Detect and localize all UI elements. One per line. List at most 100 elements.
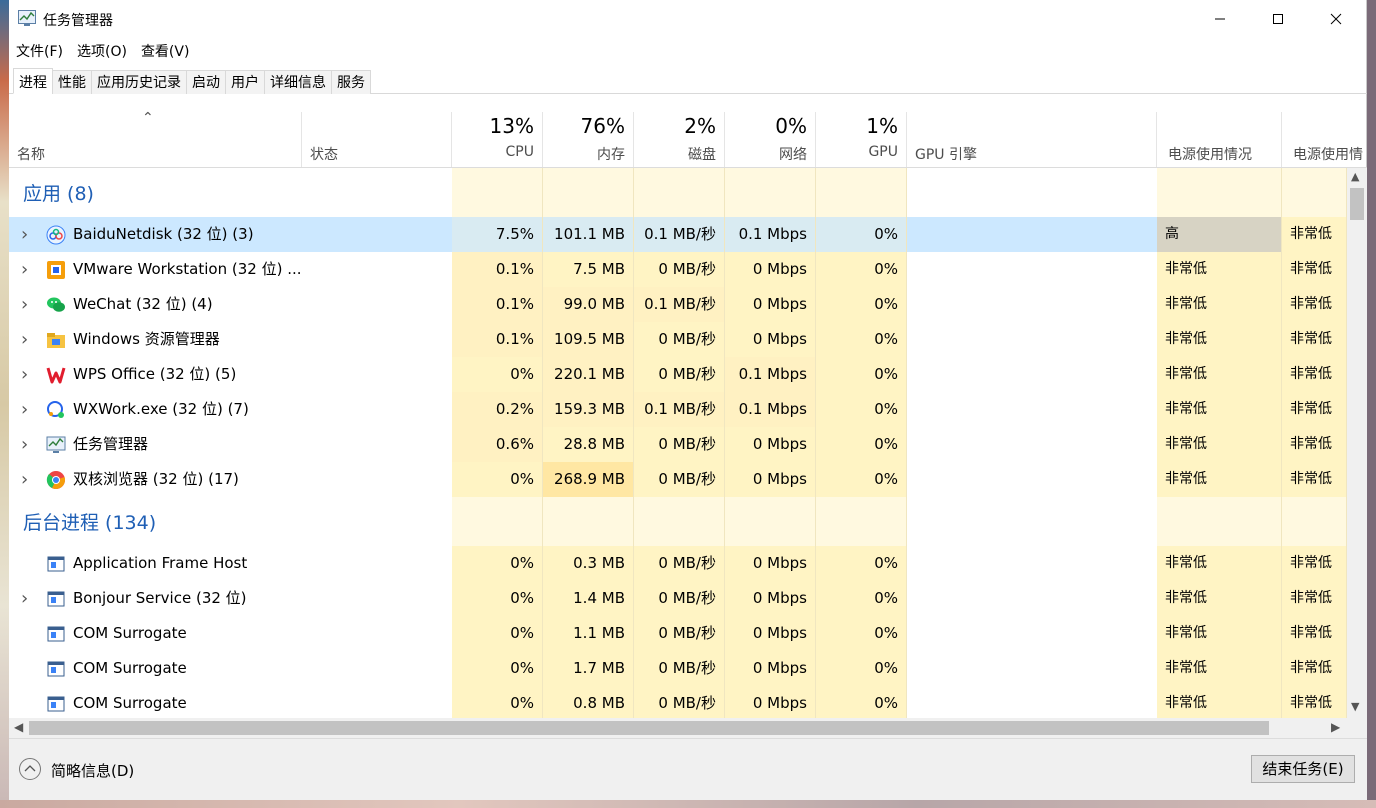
- vertical-scrollbar[interactable]: ▲ ▼: [1347, 168, 1367, 718]
- cell-cpu: 0%: [452, 651, 543, 686]
- process-row[interactable]: › 双核浏览器 (32 位) (17) 0% 268.9 MB 0 MB/秒 0 Mbps…: [9, 462, 1347, 497]
- cell-net: 0 Mbps: [725, 616, 816, 651]
- process-row[interactable]: COM Surrogate 0% 0.8 MB 0 MB/秒 0 Mbps 0% 非常低 非常…: [9, 686, 1347, 718]
- cell-cpu: 0%: [452, 546, 543, 581]
- cell-eng: [907, 581, 1157, 616]
- cell-disk: 0 MB/秒: [634, 616, 725, 651]
- cell-gpu: 0%: [816, 546, 907, 581]
- column-header-gpu-engine[interactable]: GPU 引擎: [907, 112, 1157, 167]
- column-label-name: 名称: [17, 147, 45, 163]
- cell-cpu: 0%: [452, 462, 543, 497]
- process-row[interactable]: COM Surrogate 0% 1.1 MB 0 MB/秒 0 Mbps 0% 非常低 非常…: [9, 616, 1347, 651]
- expand-chevron-icon[interactable]: ›: [21, 322, 33, 357]
- column-header-disk[interactable]: 2% 磁盘: [634, 112, 725, 167]
- cell-mem: 1.4 MB: [543, 581, 634, 616]
- process-row[interactable]: COM Surrogate 0% 1.7 MB 0 MB/秒 0 Mbps 0% 非常低 非常…: [9, 651, 1347, 686]
- column-header-row: ⌃ 名称 状态 13% CPU 76% 内存 2% 磁盘 0% 网络 1% GP…: [9, 110, 1367, 168]
- window-process-icon: [46, 589, 66, 609]
- expand-chevron-icon[interactable]: ›: [21, 252, 33, 287]
- tab-startup[interactable]: 启动: [186, 70, 226, 94]
- cell-eng: [907, 462, 1157, 497]
- process-name: BaiduNetdisk (32 位) (3): [73, 225, 254, 243]
- column-header-status[interactable]: 状态: [302, 112, 452, 167]
- column-header-power[interactable]: 电源使用情况: [1157, 112, 1282, 167]
- cell-mem: 0.8 MB: [543, 686, 634, 718]
- tab-processes[interactable]: 进程: [13, 68, 53, 94]
- cell-cpu: 0%: [452, 357, 543, 392]
- title-bar[interactable]: 任务管理器: [9, 0, 1367, 38]
- cell-eng: [907, 686, 1157, 718]
- cell-cpu: 0.1%: [452, 322, 543, 357]
- scroll-right-icon[interactable]: ▶: [1331, 720, 1340, 734]
- end-task-button[interactable]: 结束任务(E): [1251, 755, 1355, 783]
- cell-mem: 7.5 MB: [543, 252, 634, 287]
- group-header-cell: [725, 497, 816, 549]
- column-header-cpu[interactable]: 13% CPU: [452, 112, 543, 167]
- process-row[interactable]: › VMware Workstation (32 位) ... 0.1% 7.5 MB…: [9, 252, 1347, 287]
- cell-trend: 非常低: [1282, 217, 1347, 252]
- cell-gpu: 0%: [816, 651, 907, 686]
- tab-users[interactable]: 用户: [225, 70, 265, 94]
- chevron-up-circle-icon[interactable]: [19, 758, 41, 780]
- group-header-cell: [816, 497, 907, 549]
- vertical-scroll-thumb[interactable]: [1350, 188, 1364, 220]
- expand-chevron-icon[interactable]: ›: [21, 392, 33, 427]
- expand-chevron-icon[interactable]: ›: [21, 427, 33, 462]
- cell-mem: 159.3 MB: [543, 392, 634, 427]
- cell-gpu: 0%: [816, 217, 907, 252]
- menu-options[interactable]: 选项(O): [70, 38, 134, 64]
- expand-chevron-icon[interactable]: ›: [21, 287, 33, 322]
- column-label-network: 网络: [779, 147, 807, 163]
- scroll-left-icon[interactable]: ◀: [14, 720, 23, 734]
- column-label-gpu-engine: GPU 引擎: [915, 147, 977, 163]
- group-header-cell: [543, 497, 634, 549]
- column-header-name[interactable]: ⌃ 名称: [9, 110, 302, 167]
- process-row[interactable]: › WeChat (32 位) (4) 0.1% 99.0 MB 0.1 MB/秒 0 M…: [9, 287, 1347, 322]
- process-row[interactable]: › Windows 资源管理器 0.1% 109.5 MB 0 MB/秒 0 Mbps 0%…: [9, 322, 1347, 357]
- column-label-memory: 内存: [597, 147, 625, 163]
- tab-services[interactable]: 服务: [331, 70, 371, 94]
- menu-view[interactable]: 查看(V): [134, 38, 197, 64]
- process-row[interactable]: › BaiduNetdisk (32 位) (3) 7.5% 101.1 MB 0.1 …: [9, 217, 1347, 252]
- horizontal-scroll-thumb[interactable]: [29, 721, 1269, 735]
- gpu-total-percent: 1%: [866, 114, 898, 138]
- tab-performance[interactable]: 性能: [52, 70, 92, 94]
- window-process-icon: [46, 694, 66, 714]
- cell-disk: 0.1 MB/秒: [634, 217, 725, 252]
- column-label-power: 电源使用情况: [1168, 147, 1252, 163]
- tab-details[interactable]: 详细信息: [264, 70, 332, 94]
- horizontal-scrollbar[interactable]: ◀ ▶: [9, 718, 1347, 738]
- cell-mem: 0.3 MB: [543, 546, 634, 581]
- process-row[interactable]: › WPS Office (32 位) (5) 0% 220.1 MB 0 MB/秒 0.…: [9, 357, 1347, 392]
- process-row[interactable]: › WXWork.exe (32 位) (7) 0.2% 159.3 MB 0.1 MB…: [9, 392, 1347, 427]
- expand-chevron-icon[interactable]: ›: [21, 581, 33, 616]
- column-header-memory[interactable]: 76% 内存: [543, 112, 634, 167]
- column-header-power-trend[interactable]: 电源使用情: [1282, 112, 1367, 167]
- scroll-down-icon[interactable]: ▼: [1351, 700, 1359, 713]
- process-row[interactable]: › 任务管理器 0.6% 28.8 MB 0 MB/秒 0 Mbps 0% 非常低 非常低: [9, 427, 1347, 462]
- scroll-up-icon[interactable]: ▲: [1351, 170, 1359, 183]
- expand-chevron-icon[interactable]: ›: [21, 357, 33, 392]
- column-header-network[interactable]: 0% 网络: [725, 112, 816, 167]
- group-title: 应用 (8): [23, 183, 94, 205]
- maximize-button[interactable]: [1249, 0, 1307, 38]
- cell-mem: 1.7 MB: [543, 651, 634, 686]
- cpu-total-percent: 13%: [489, 114, 534, 138]
- minimize-button[interactable]: [1191, 0, 1249, 38]
- cell-trend: 非常低: [1282, 287, 1347, 322]
- close-button[interactable]: [1307, 0, 1365, 38]
- fewer-details-link[interactable]: 简略信息(D): [51, 760, 134, 781]
- process-name: COM Surrogate: [73, 659, 187, 677]
- sort-ascending-icon: ⌃: [142, 110, 154, 126]
- menu-file[interactable]: 文件(F): [9, 38, 70, 64]
- expand-chevron-icon[interactable]: ›: [21, 462, 33, 497]
- process-row[interactable]: Application Frame Host 0% 0.3 MB 0 MB/秒 0 Mb…: [9, 546, 1347, 581]
- cell-cpu: 0.6%: [452, 427, 543, 462]
- column-header-gpu[interactable]: 1% GPU: [816, 112, 907, 167]
- process-row[interactable]: › Bonjour Service (32 位) 0% 1.4 MB 0 MB/秒 0 M…: [9, 581, 1347, 616]
- desktop-background-bottom: [0, 800, 1376, 808]
- expand-chevron-icon[interactable]: ›: [21, 217, 33, 252]
- cell-net: 0 Mbps: [725, 287, 816, 322]
- cell-net: 0.1 Mbps: [725, 357, 816, 392]
- tab-app-history[interactable]: 应用历史记录: [91, 70, 187, 94]
